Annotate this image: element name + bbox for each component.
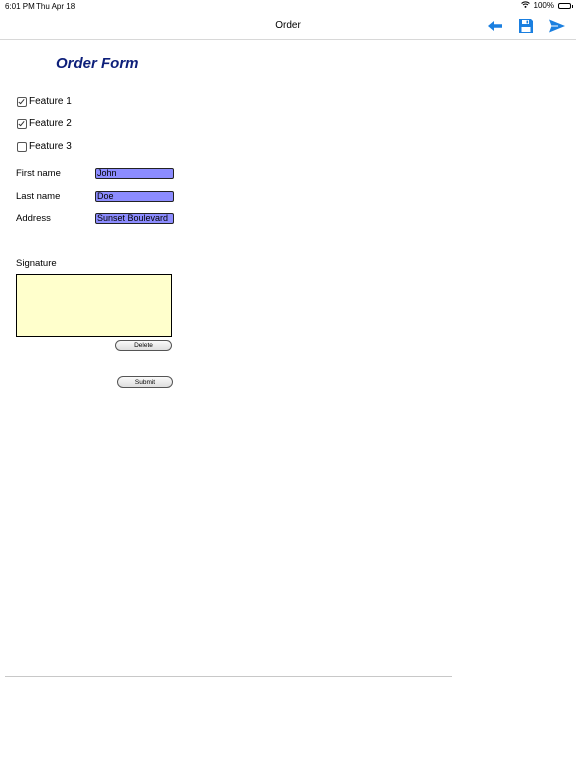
feature-3-checkbox[interactable] (17, 141, 27, 152)
battery-icon (558, 2, 573, 9)
battery-percent: 100% (533, 1, 554, 10)
submit-button[interactable]: Submit (117, 376, 173, 388)
wifi-icon (520, 1, 530, 10)
feature-2-checkbox-row[interactable]: Feature 2 (17, 118, 72, 129)
nav-actions (486, 17, 566, 35)
feature-2-checkbox[interactable] (17, 118, 27, 129)
status-right: 100% (520, 1, 573, 10)
status-bar: 6:01 PM Thu Apr 18 100% (0, 0, 576, 13)
signature-pad[interactable] (16, 274, 172, 337)
feature-2-label: Feature 2 (29, 118, 72, 129)
page-title: Order Form (56, 55, 139, 72)
signature-label: Signature (16, 258, 57, 269)
address-field[interactable]: Sunset Boulevard (95, 213, 174, 224)
feature-3-label: Feature 3 (29, 141, 72, 152)
first-name-field[interactable]: John (95, 168, 174, 179)
first-name-label: First name (16, 168, 61, 179)
status-time: 6:01 PM (5, 2, 35, 11)
send-icon[interactable] (548, 17, 566, 35)
nav-bar: Order (0, 13, 576, 40)
last-name-field[interactable]: Doe (95, 191, 174, 202)
feature-1-checkbox-row[interactable]: Feature 1 (17, 96, 72, 107)
arrow-left-icon[interactable] (486, 17, 504, 35)
save-icon[interactable] (517, 17, 535, 35)
feature-3-checkbox-row[interactable]: Feature 3 (17, 141, 72, 152)
feature-1-label: Feature 1 (29, 96, 72, 107)
feature-1-checkbox[interactable] (17, 96, 27, 107)
delete-signature-button[interactable]: Delete (115, 340, 172, 351)
last-name-label: Last name (16, 191, 61, 202)
address-label: Address (16, 213, 51, 224)
bottom-divider (5, 676, 452, 677)
status-date: Thu Apr 18 (36, 2, 76, 11)
